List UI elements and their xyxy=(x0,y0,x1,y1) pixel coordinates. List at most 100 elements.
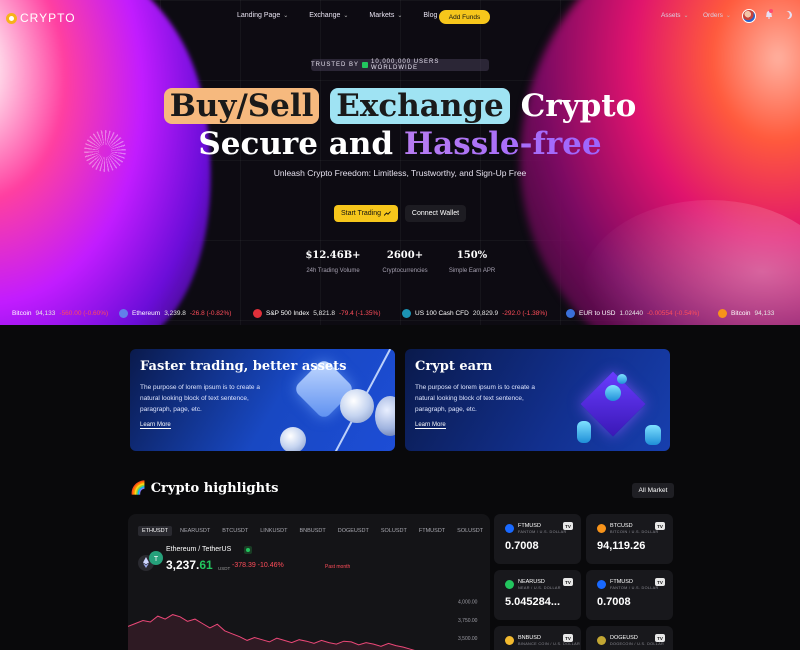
headline-buy-sell: Buy/Sell xyxy=(163,88,320,124)
coin-stack-icon xyxy=(645,425,661,445)
add-funds-button[interactable]: Add Funds xyxy=(439,10,490,24)
svg-text:T: T xyxy=(154,556,159,563)
ticker-name: S&P 500 Index xyxy=(266,309,310,317)
ticker-change: -560.00 (-0.60%) xyxy=(59,309,109,317)
stat-earn-apr: 150% Simple Earn APR xyxy=(440,250,504,274)
tradingview-icon: TV xyxy=(655,578,665,586)
coin-icon xyxy=(617,374,627,384)
price-card[interactable]: BTCUSD BITCOIN / U.S. DOLLAR TV 94,119.2… xyxy=(586,514,673,564)
nav-links: Landing Page⌄ Exchange⌄ Markets⌄ Blog ⌄ xyxy=(237,12,466,19)
eur-usd-icon xyxy=(566,308,575,318)
ticker-name: Bitcoin xyxy=(12,309,32,317)
price-card[interactable]: DOGEUSD DOGECOIN / U.S. DOLLAR TV xyxy=(586,626,673,650)
logo[interactable]: CRYPTO xyxy=(6,11,76,25)
price-card[interactable]: NEARUSD NEAR / U.S. DOLLAR TV 5.045284..… xyxy=(494,570,581,620)
promo-title: Crypt earn xyxy=(415,359,493,374)
card-subtitle: NEAR / U.S. DOLLAR xyxy=(518,586,561,590)
ticker-name: Ethereum xyxy=(132,309,161,317)
ethereum-icon xyxy=(119,308,128,318)
nav-orders-label: Orders xyxy=(703,12,723,19)
price-unit: USDT xyxy=(218,566,231,571)
hero-section: CRYPTO Landing Page ⌄ Exchange ⌄ Markets ⌄ … xyxy=(0,0,800,325)
us100-icon xyxy=(402,308,411,318)
section-title-crypto-highlights: 🌈 Crypto highlights xyxy=(130,481,279,496)
tab-ethusdt[interactable]: ETHUSDT xyxy=(138,526,172,536)
price-card[interactable]: FTMUSD FANTOM / U.S. DOLLAR TV 0.7008 xyxy=(494,514,581,564)
tab-solusdt[interactable]: SOLUSDT xyxy=(377,526,411,536)
avatar[interactable] xyxy=(742,9,756,23)
notification-dot xyxy=(769,9,773,13)
learn-more-link[interactable]: Learn More xyxy=(140,422,171,429)
nav-assets[interactable]: Assets ⌄ xyxy=(661,12,689,19)
tradingview-icon: TV xyxy=(563,578,573,586)
price-card[interactable]: FTMUSD FANTOM / U.S. DOLLAR TV 0.7008 xyxy=(586,570,673,620)
near-icon xyxy=(505,580,514,589)
card-subtitle: FANTOM / U.S. DOLLAR xyxy=(610,586,659,590)
tab-dogeusdt[interactable]: DOGEUSDT xyxy=(334,526,373,536)
ticker-item[interactable]: Bitcoin 94,133 xyxy=(718,308,775,318)
chevron-down-icon: ⌄ xyxy=(397,13,403,19)
all-market-button[interactable]: All Market xyxy=(632,483,674,498)
stat-trading-volume: $12.46B+ 24h Trading Volume xyxy=(300,250,366,274)
price-card[interactable]: BNBUSD BINANCE COIN / U.S. DOLLAR TV xyxy=(494,626,581,650)
card-symbol: DOGEUSD xyxy=(610,635,638,641)
ticker-item[interactable]: EUR to USD 1.02440 -0.00554 (-0.54%) xyxy=(566,308,699,318)
y-tick-label: 3,500.00 xyxy=(458,636,478,642)
nav-orders[interactable]: Orders ⌄ xyxy=(703,12,731,19)
ethereum-coin-icon xyxy=(280,427,306,451)
trusted-prefix: TRUSTED BY xyxy=(311,62,360,68)
ticker-item[interactable]: US 100 Cash CFD 20,829.9 -292.0 (-1.38%) xyxy=(402,308,547,318)
sp500-icon xyxy=(253,308,262,318)
promo-title: Faster trading, better assets xyxy=(140,359,347,374)
moon-icon[interactable] xyxy=(783,10,794,21)
live-indicator-icon xyxy=(244,546,252,554)
ticker-name: US 100 Cash CFD xyxy=(415,309,469,317)
nav-markets[interactable]: Markets ⌄ xyxy=(369,12,402,19)
bnb-icon xyxy=(505,636,514,645)
headline-line-1: Buy/Sell Exchange Crypto xyxy=(0,86,800,126)
tab-bnbusdt[interactable]: BNBUSDT xyxy=(295,526,329,536)
pair-price: 3,237.61 xyxy=(166,558,213,572)
connect-wallet-button[interactable]: Connect Wallet xyxy=(405,205,466,222)
start-trading-button[interactable]: Start Trading xyxy=(334,205,398,222)
ticker-change: -79.4 (-1.35%) xyxy=(338,309,381,317)
ticker-price: 94,133 xyxy=(35,309,56,317)
y-tick-label: 4,000.00 xyxy=(458,599,478,605)
trusted-badge: TRUSTED BY 10,000,000 USERS WORLDWIDE xyxy=(311,59,489,71)
nav-label: Blog xyxy=(423,12,438,19)
tab-ftmusdt[interactable]: FTMUSDT xyxy=(415,526,449,536)
chevron-down-icon: ⌄ xyxy=(683,13,689,19)
fantom-icon xyxy=(597,580,606,589)
ticker-price: 94,133 xyxy=(754,309,775,317)
tradingview-icon: TV xyxy=(655,522,665,530)
ticker-item[interactable]: Ethereum 3,239.8 -26.8 (-0.82%) xyxy=(119,308,231,318)
nav-landing-page[interactable]: Landing Page ⌄ xyxy=(237,12,288,19)
price-line-chart[interactable]: 4,000.003,750.003,500.003,250.00 xyxy=(128,594,490,650)
ticker-item[interactable]: Bitcoin 94,133 -560.00 (-0.60%) xyxy=(12,310,108,317)
promo-card-faster-trading: Faster trading, better assets The purpos… xyxy=(130,349,395,451)
eth-usdt-pair-icon: T xyxy=(138,551,163,571)
headline-crypto: Crypto xyxy=(520,88,637,124)
y-tick-label: 3,750.00 xyxy=(458,618,478,624)
card-subtitle: DOGECOIN / U.S. DOLLAR xyxy=(610,642,665,646)
stat-value: $12.46B+ xyxy=(305,250,361,261)
coin-icon xyxy=(375,396,395,436)
nav-exchange[interactable]: Exchange ⌄ xyxy=(309,12,348,19)
ticker-name: EUR to USD xyxy=(579,309,616,317)
promo-card-crypt-earn: Crypt earn The purpose of lorem ipsum is… xyxy=(405,349,670,451)
tab-nearusdt[interactable]: NEARUSDT xyxy=(176,526,214,536)
tab-linkusdt[interactable]: LINKUSDT xyxy=(256,526,291,536)
card-symbol: FTMUSD xyxy=(610,579,633,585)
coin-icon xyxy=(340,389,374,423)
stat-cryptocurrencies: 2600+ Cryptocurrencies xyxy=(372,250,438,274)
learn-more-link[interactable]: Learn More xyxy=(415,422,446,429)
card-subtitle: FANTOM / U.S. DOLLAR xyxy=(518,530,567,534)
tab-btcusdt[interactable]: BTCUSDT xyxy=(218,526,252,536)
price-change: -378.39 -10.46% xyxy=(232,562,284,569)
ticker-item[interactable]: S&P 500 Index 5,821.8 -79.4 (-1.35%) xyxy=(253,308,381,318)
ticker-name: Bitcoin xyxy=(731,309,751,317)
trend-up-icon xyxy=(384,211,391,216)
stat-label: Simple Earn APR xyxy=(448,268,496,274)
logo-icon xyxy=(6,12,17,24)
tab-solusdt-2[interactable]: SOLUSDT xyxy=(453,526,487,536)
